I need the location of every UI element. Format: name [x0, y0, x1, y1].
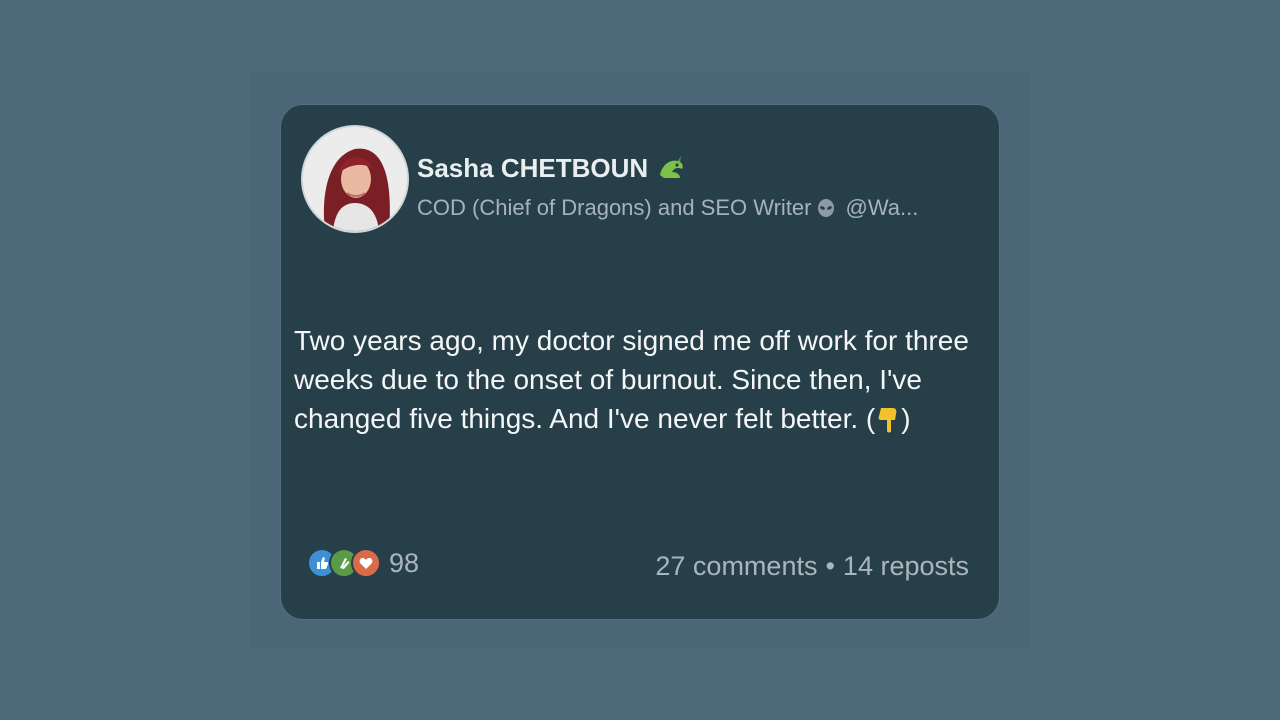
reaction-count[interactable]: 98 — [389, 548, 419, 579]
headline-text: COD (Chief of Dragons) and SEO Writer — [417, 195, 812, 220]
post-body: Two years ago, my doctor signed me off w… — [294, 321, 994, 438]
post-stats: 27 comments • 14 reposts — [655, 551, 969, 582]
love-icon — [351, 548, 381, 578]
post-card: Sasha CHETBOUN COD (Chief of Dragons) an… — [281, 105, 999, 619]
post-text-end: ) — [901, 403, 911, 434]
avatar[interactable] — [301, 125, 409, 233]
alien-icon — [816, 198, 836, 218]
dragon-icon — [656, 153, 686, 181]
reposts-count[interactable]: 14 reposts — [843, 551, 969, 581]
author-name-text[interactable]: Sasha CHETBOUN — [417, 153, 648, 183]
author-handle[interactable]: @Wa... — [846, 195, 919, 220]
separator-dot: • — [825, 551, 835, 581]
author-headline: COD (Chief of Dragons) and SEO Writer @Wa… — [417, 195, 918, 221]
reactions-summary[interactable]: 98 — [307, 545, 419, 581]
point-down-icon — [875, 404, 901, 434]
comments-count[interactable]: 27 comments — [655, 551, 817, 581]
author-name[interactable]: Sasha CHETBOUN — [417, 153, 686, 184]
post-text: Two years ago, my doctor signed me off w… — [294, 325, 969, 434]
